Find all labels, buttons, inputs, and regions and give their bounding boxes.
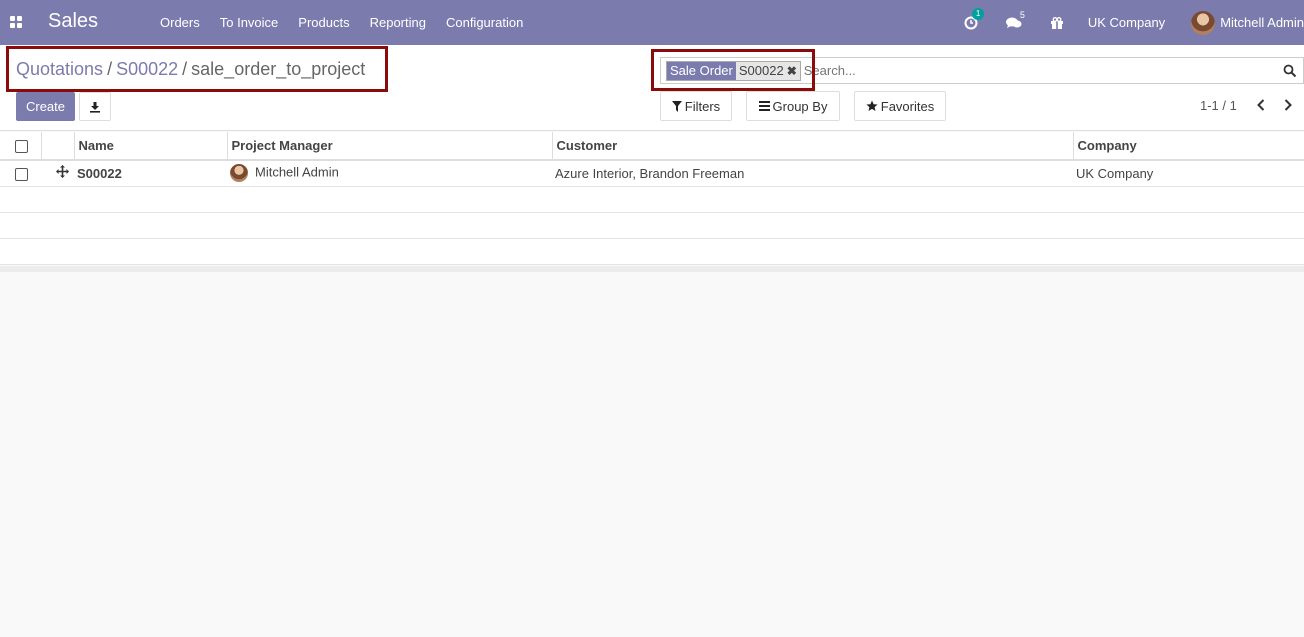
avatar	[230, 164, 248, 183]
filters-button[interactable]: Filters	[660, 91, 732, 121]
breadcrumb-current: sale_order_to_project	[191, 59, 366, 79]
breadcrumb-separator: /	[107, 59, 113, 79]
cell-customer: Azure Interior, Brandon Freeman	[552, 160, 1073, 187]
download-icon	[90, 101, 100, 113]
cell-company: UK Company	[1073, 160, 1304, 187]
favorites-button[interactable]: Favorites	[854, 91, 946, 121]
app-brand[interactable]: Sales	[48, 10, 98, 33]
row-handle-cell	[41, 160, 74, 187]
cell-name: S00022	[74, 160, 227, 187]
column-header-company[interactable]: Company	[1072, 132, 1304, 161]
group-by-button[interactable]: Group By	[746, 91, 840, 121]
activity-button[interactable]: 1	[964, 7, 985, 30]
facet-value: S00022	[738, 62, 784, 78]
cell-project-manager: Mitchell Admin	[227, 160, 552, 187]
table-row[interactable]: S00022 Mitchell Admin Azure Interior, Br…	[0, 160, 1304, 187]
top-navbar: Sales Orders To Invoice Products Reporti…	[0, 0, 1304, 45]
avatar	[1191, 10, 1216, 35]
menu-item-products[interactable]: Products	[288, 0, 359, 45]
select-all-cell	[0, 132, 41, 161]
gift-icon	[1050, 16, 1063, 29]
manager-name: Mitchell Admin	[255, 164, 339, 180]
menu-item-reporting[interactable]: Reporting	[360, 0, 436, 45]
apps-menu-icon[interactable]	[10, 16, 22, 28]
breadcrumb-quotations[interactable]: Quotations	[16, 59, 103, 79]
messages-button[interactable]: 5	[1005, 10, 1025, 30]
empty-row	[0, 238, 1304, 265]
favorites-label: Favorites	[880, 98, 935, 114]
select-all-checkbox[interactable]	[15, 140, 28, 154]
facet-label: Sale Order	[667, 61, 736, 80]
company-switcher[interactable]: UK Company	[1088, 15, 1165, 30]
list-icon	[758, 101, 770, 111]
records-table: Name Project Manager Customer Company S0…	[0, 132, 1304, 265]
filter-icon	[671, 100, 682, 112]
user-menu[interactable]: Mitchell Admin	[1191, 10, 1304, 35]
menu-item-configuration[interactable]: Configuration	[436, 0, 533, 45]
facet-remove-icon[interactable]: ✖	[787, 64, 800, 78]
list-bottom-divider	[0, 266, 1304, 272]
search-facet: Sale Order S00022 ✖	[666, 60, 801, 81]
breadcrumb-order[interactable]: S00022	[116, 59, 178, 79]
column-header-name[interactable]: Name	[73, 132, 227, 161]
group-by-label: Group By	[772, 98, 828, 114]
breadcrumb-separator: /	[182, 59, 188, 79]
handle-header	[40, 132, 74, 161]
messages-count: 5	[1019, 9, 1025, 20]
filters-label: Filters	[684, 98, 721, 114]
column-header-project-manager[interactable]: Project Manager	[226, 132, 552, 161]
export-button[interactable]	[79, 92, 111, 121]
gift-button[interactable]	[1050, 16, 1064, 30]
main-menu: Orders To Invoice Products Reporting Con…	[150, 0, 533, 45]
pager-previous-button[interactable]	[1253, 97, 1269, 113]
control-panel: Quotations / S00022/sale_order_to_project …	[0, 45, 1304, 131]
row-select-cell	[0, 160, 41, 187]
row-checkbox[interactable]	[15, 167, 28, 181]
breadcrumb: Quotations / S00022/sale_order_to_project	[16, 59, 365, 80]
search-bar: Sale Order S00022 ✖	[660, 57, 1304, 84]
drag-handle-icon[interactable]	[56, 165, 69, 179]
pager-next-button[interactable]	[1280, 97, 1296, 113]
chevron-right-icon	[1284, 99, 1292, 111]
menu-item-to-invoice[interactable]: To Invoice	[210, 0, 289, 45]
table-header-row: Name Project Manager Customer Company	[0, 132, 1304, 161]
systray: 1 5 UK Company Mitchell Admin	[954, 0, 1304, 45]
user-name: Mitchell Admin	[1220, 15, 1304, 30]
create-button[interactable]: Create	[16, 92, 75, 121]
search-input[interactable]	[803, 60, 1303, 81]
list-view: Name Project Manager Customer Company S0…	[0, 132, 1304, 265]
column-header-customer[interactable]: Customer	[551, 132, 1073, 161]
pager-value[interactable]: 1-1 / 1	[1200, 98, 1237, 113]
star-icon	[866, 100, 878, 111]
activity-badge: 1	[971, 7, 985, 20]
menu-item-orders[interactable]: Orders	[150, 0, 210, 45]
search-icon[interactable]	[1283, 64, 1297, 78]
empty-row	[0, 186, 1304, 213]
chevron-left-icon	[1257, 99, 1265, 111]
empty-row	[0, 212, 1304, 239]
